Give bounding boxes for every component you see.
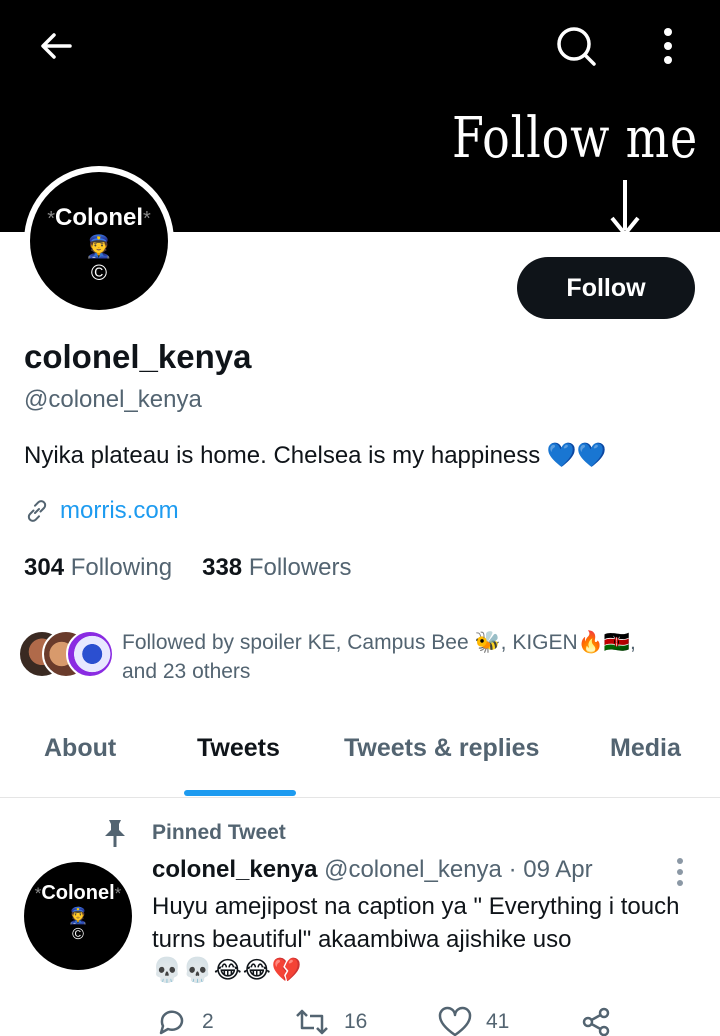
back-button[interactable] <box>32 22 80 70</box>
pinned-label-row: Pinned Tweet <box>102 818 286 848</box>
retweet-count: 16 <box>344 1010 368 1033</box>
like-button[interactable]: 41 <box>438 1006 509 1036</box>
heart-icon <box>438 1006 472 1036</box>
pinned-tweet-label: Pinned Tweet <box>152 821 286 844</box>
active-tab-indicator <box>184 790 296 796</box>
followers-count: 338 <box>202 554 243 581</box>
share-button[interactable] <box>580 1006 612 1036</box>
avatar-name-text: Colonel <box>41 882 115 904</box>
following-stat[interactable]: 304 Following <box>24 554 172 582</box>
display-name: colonel_kenya <box>24 338 252 375</box>
tab-media[interactable]: Media <box>610 734 681 763</box>
more-vertical-icon[interactable] <box>664 854 696 890</box>
followed-by-text: Followed by spoiler KE, Campus Bee 🐝, KI… <box>122 631 636 683</box>
retweet-button[interactable]: 16 <box>294 1006 367 1036</box>
profile-tabs: About Tweets Tweets & replies Media <box>0 718 720 798</box>
follow-button[interactable]: Follow <box>517 257 695 319</box>
profile-bio: Nyika plateau is home. Chelsea is my hap… <box>24 442 607 469</box>
reply-button[interactable]: 2 <box>156 1006 214 1036</box>
tweet-author-name[interactable]: colonel_kenya <box>152 856 317 883</box>
share-icon <box>582 1007 610 1036</box>
reply-count: 2 <box>202 1010 214 1033</box>
tweet-emoji-line: 💀💀😂😂💔 <box>152 957 303 984</box>
profile-avatar[interactable]: *Colonel* 👮 © <box>24 166 174 316</box>
more-options-button[interactable] <box>644 22 692 70</box>
tweet-text: Huyu amejipost na caption ya " Everythin… <box>152 893 680 953</box>
following-label: Following <box>70 554 173 581</box>
banner-arrow-icon <box>610 180 640 232</box>
police-officer-icon: 👮 <box>85 234 113 259</box>
search-button[interactable] <box>552 22 600 70</box>
profile-handle: @colonel_kenya <box>24 386 202 413</box>
followers-stat[interactable]: 338 Followers <box>202 554 351 582</box>
tab-tweets[interactable]: Tweets <box>197 734 280 763</box>
more-vertical-icon <box>664 28 672 64</box>
avatar-name-text: Colonel <box>55 204 143 231</box>
tweet-header: colonel_kenya @colonel_kenya · 09 Apr <box>152 856 593 884</box>
banner-text: Follow me <box>452 106 699 171</box>
reply-icon <box>159 1010 184 1035</box>
search-icon <box>557 27 596 66</box>
followers-label: Followers <box>248 554 352 581</box>
link-icon <box>27 500 47 522</box>
follower-avatars <box>18 628 114 682</box>
tab-tweets-replies[interactable]: Tweets & replies <box>344 734 539 763</box>
profile-link[interactable]: morris.com <box>24 497 179 525</box>
copyright-mark: © <box>90 260 108 285</box>
tab-about[interactable]: About <box>44 734 116 763</box>
police-officer-icon: 👮 <box>68 908 88 925</box>
pin-icon <box>105 820 125 847</box>
follow-stats: 304 Following 338 Followers <box>24 554 352 582</box>
tweet-actions: 2 16 41 <box>152 1006 632 1036</box>
followed-by-row[interactable]: Followed by spoiler KE, Campus Bee 🐝, KI… <box>18 628 662 686</box>
like-count: 41 <box>486 1010 510 1033</box>
tweet-meta: @colonel_kenya · 09 Apr <box>324 856 593 883</box>
copyright-mark: © <box>72 926 84 943</box>
retweet-icon <box>296 1009 328 1035</box>
tweet-author-avatar[interactable]: *Colonel* 👮 © <box>24 862 132 970</box>
arrow-left-icon <box>41 33 72 59</box>
profile-link-text[interactable]: morris.com <box>60 497 179 525</box>
follower-avatar <box>66 630 114 678</box>
following-count: 304 <box>24 554 65 581</box>
